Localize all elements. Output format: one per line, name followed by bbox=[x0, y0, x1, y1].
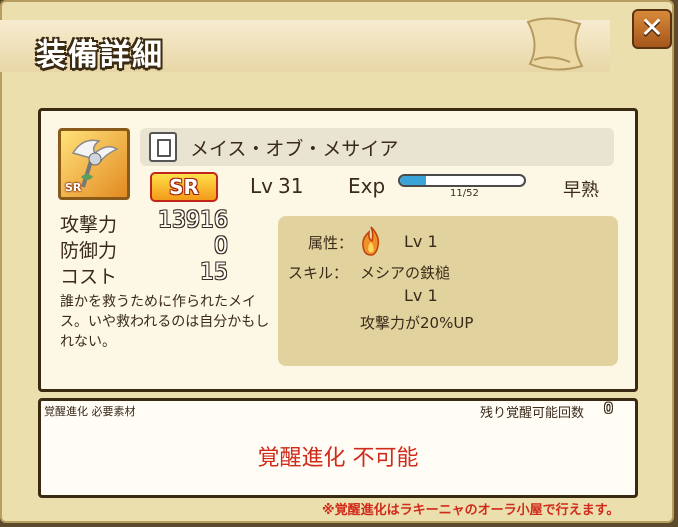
item-name: メイス・オブ・メサイア bbox=[190, 138, 399, 160]
attribute-label: 属性： bbox=[308, 234, 354, 252]
scroll-decoration-icon bbox=[526, 17, 584, 71]
stat-attack-value: 13916 bbox=[158, 208, 228, 233]
exp-progress-bar bbox=[398, 174, 526, 187]
weapon-portrait: SR bbox=[58, 128, 130, 200]
exp-label: Exp bbox=[348, 174, 386, 198]
exp-progress-fill bbox=[400, 176, 427, 185]
stat-defense-label: 防御力 bbox=[60, 240, 118, 262]
growth-type: 早熟 bbox=[563, 180, 599, 201]
attribute-level: Lv 1 bbox=[404, 232, 438, 251]
awakening-remaining-label: 残り覚醒可能回数 bbox=[480, 406, 585, 421]
fire-icon bbox=[362, 226, 380, 256]
stat-attack-label: 攻撃力 bbox=[60, 214, 118, 236]
close-button[interactable]: ✕ bbox=[632, 9, 672, 49]
awakening-remaining-count: 0 bbox=[604, 401, 613, 417]
awakening-note: ※覚醒進化はラキーニャのオーラ小屋で行えます。 bbox=[322, 503, 620, 518]
dialog-title: 装備詳細 bbox=[36, 38, 164, 73]
skill-label: スキル： bbox=[288, 264, 349, 282]
skill-name: メシアの鉄槌 bbox=[360, 264, 451, 282]
weapon-category-icon bbox=[149, 132, 177, 162]
level-label: Lv bbox=[250, 174, 273, 198]
skill-effect: 攻撃力が20%UP bbox=[360, 314, 474, 332]
skill-level: Lv 1 bbox=[404, 286, 438, 305]
item-description: 誰かを救うために作られたメイス。いや救われるのは自分かもしれない。 bbox=[60, 294, 270, 350]
stat-defense-value: 0 bbox=[214, 234, 228, 259]
level-value: 31 bbox=[278, 174, 304, 198]
awakening-status: 覚醒進化 不可能 bbox=[257, 446, 419, 471]
exp-value: 11/52 bbox=[450, 188, 479, 199]
icon-rarity-label: SR bbox=[65, 181, 82, 194]
stat-cost-value: 15 bbox=[200, 260, 228, 285]
stat-cost-label: コスト bbox=[60, 266, 118, 288]
rarity-badge: SR bbox=[150, 172, 218, 202]
awakening-materials-label: 覚醒進化 必要素材 bbox=[44, 405, 136, 418]
